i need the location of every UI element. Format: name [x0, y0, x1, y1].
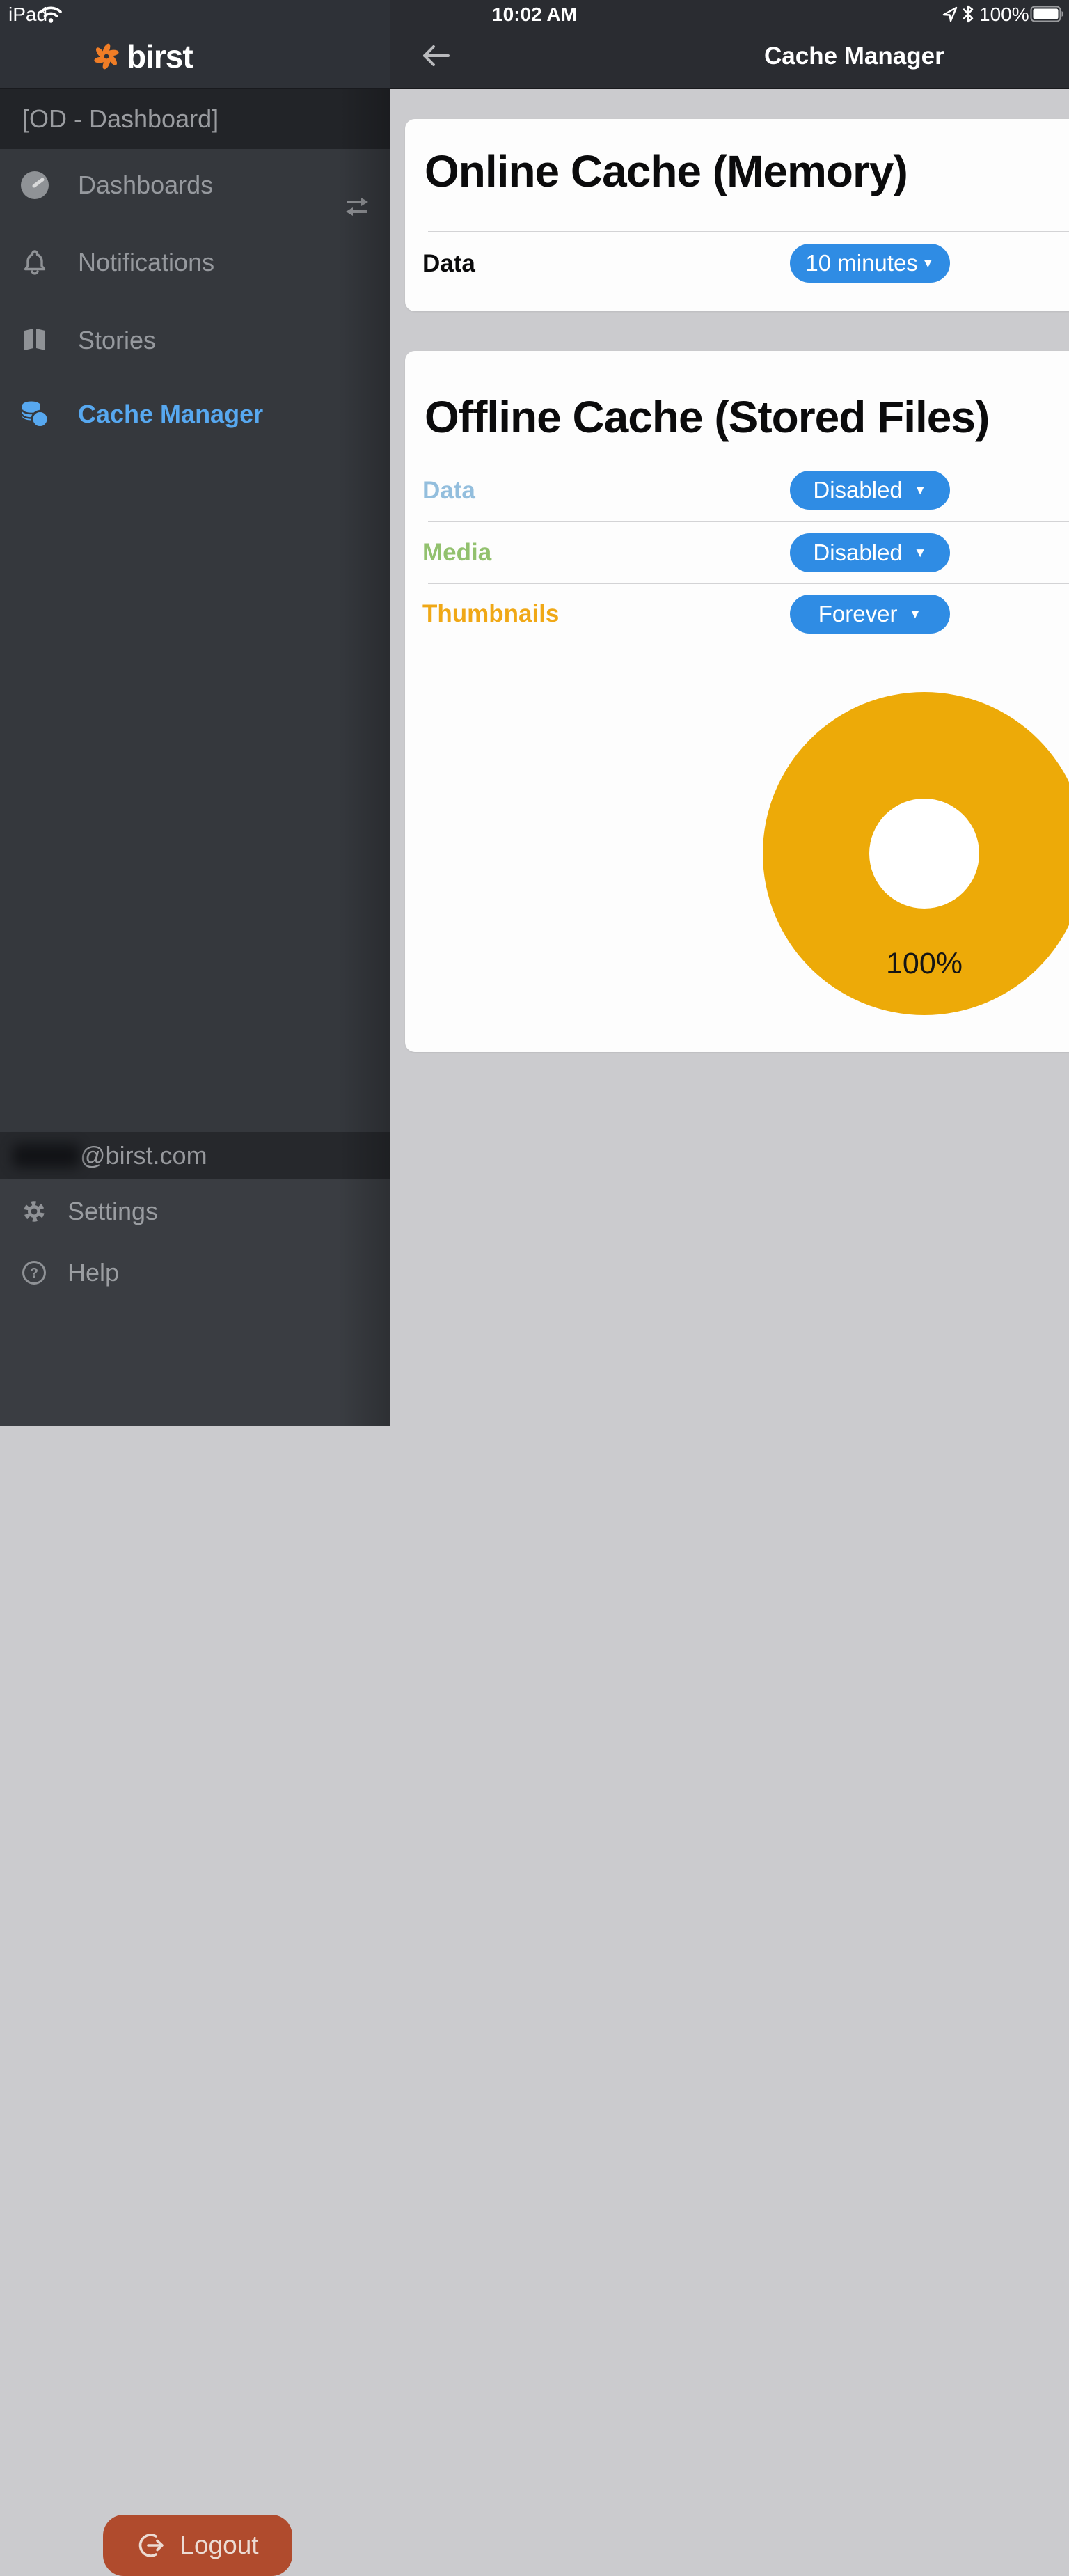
- online-cache-title: Online Cache (Memory): [425, 146, 908, 197]
- divider: [428, 521, 1069, 522]
- logo-text: birst: [127, 40, 193, 72]
- sidebar-item-label: Notifications: [78, 248, 214, 277]
- logout-icon: [136, 2531, 166, 2560]
- dropdown-value: 10 minutes: [805, 250, 917, 276]
- offline-media-dropdown[interactable]: Disabled ▼: [790, 533, 950, 572]
- dropdown-value: Forever: [818, 601, 898, 627]
- online-data-dropdown[interactable]: 10 minutes ▼: [790, 244, 950, 283]
- workspace-label: [OD - Dashboard]: [22, 104, 219, 134]
- sidebar-item-label: Stories: [78, 326, 156, 355]
- chevron-down-icon: ▼: [921, 257, 935, 270]
- wifi-icon: [39, 6, 63, 27]
- sidebar-item-label: Help: [68, 1258, 119, 1287]
- offline-data-label: Data: [422, 477, 475, 505]
- status-time: 10:02 AM: [492, 3, 577, 26]
- page-title: Cache Manager: [764, 42, 944, 70]
- offline-media-label: Media: [422, 539, 491, 567]
- workspace-selector[interactable]: [OD - Dashboard]: [0, 89, 390, 149]
- account-email: @birst.com: [80, 1141, 207, 1170]
- offline-data-dropdown[interactable]: Disabled ▼: [790, 471, 950, 510]
- divider: [428, 583, 1069, 584]
- bell-icon: [19, 247, 50, 278]
- svg-text:?: ?: [30, 1266, 38, 1281]
- dropdown-value: Disabled: [813, 540, 902, 566]
- logout-button[interactable]: Logout: [103, 2515, 292, 2576]
- location-arrow-icon: [942, 6, 958, 25]
- birst-logo: birst: [93, 40, 193, 72]
- sidebar-item-dashboards[interactable]: Dashboards: [0, 163, 390, 207]
- battery-percent: 100%: [979, 3, 1029, 26]
- gauge-icon: [19, 170, 50, 201]
- chevron-down-icon: ▼: [908, 608, 921, 621]
- sidebar: birst [OD - Dashboard] Dashboards: [0, 0, 390, 1426]
- gear-icon: [21, 1198, 47, 1225]
- dropdown-value: Disabled: [813, 477, 902, 503]
- sidebar-item-cache-manager[interactable]: Cache Manager: [0, 392, 390, 437]
- divider: [428, 231, 1069, 232]
- online-cache-card: Online Cache (Memory) Data 10 minutes ▼: [405, 119, 1069, 311]
- book-icon: [19, 325, 50, 356]
- sidebar-item-settings[interactable]: Settings: [0, 1192, 390, 1231]
- bluetooth-icon: [962, 4, 974, 27]
- sidebar-item-label: Settings: [68, 1197, 158, 1226]
- donut-percent-label: 100%: [864, 947, 984, 981]
- offline-thumbnails-dropdown[interactable]: Forever ▼: [790, 595, 950, 634]
- back-button[interactable]: [418, 42, 452, 70]
- redacted-username: [13, 1144, 80, 1168]
- sidebar-footer: Settings ? Help Logout: [0, 1179, 390, 1426]
- account-email-row: @birst.com: [0, 1132, 390, 1179]
- online-data-label: Data: [422, 250, 475, 278]
- chevron-down-icon: ▼: [914, 547, 927, 560]
- sidebar-item-notifications[interactable]: Notifications: [0, 240, 390, 285]
- sidebar-item-help[interactable]: ? Help: [0, 1253, 390, 1292]
- offline-cache-title: Offline Cache (Stored Files): [425, 391, 989, 443]
- birst-pinwheel-icon: [93, 42, 120, 70]
- logout-label: Logout: [180, 2531, 258, 2560]
- offline-cache-card: Offline Cache (Stored Files) Data Disabl…: [405, 351, 1069, 1052]
- sidebar-item-label: Cache Manager: [78, 400, 263, 429]
- cache-database-icon: [19, 399, 50, 430]
- help-icon: ?: [21, 1259, 47, 1286]
- battery-icon: [1030, 6, 1065, 26]
- sidebar-item-stories[interactable]: Stories: [0, 318, 390, 363]
- chevron-down-icon: ▼: [914, 484, 927, 497]
- sidebar-item-label: Dashboards: [78, 171, 213, 200]
- offline-thumbnails-label: Thumbnails: [422, 600, 559, 628]
